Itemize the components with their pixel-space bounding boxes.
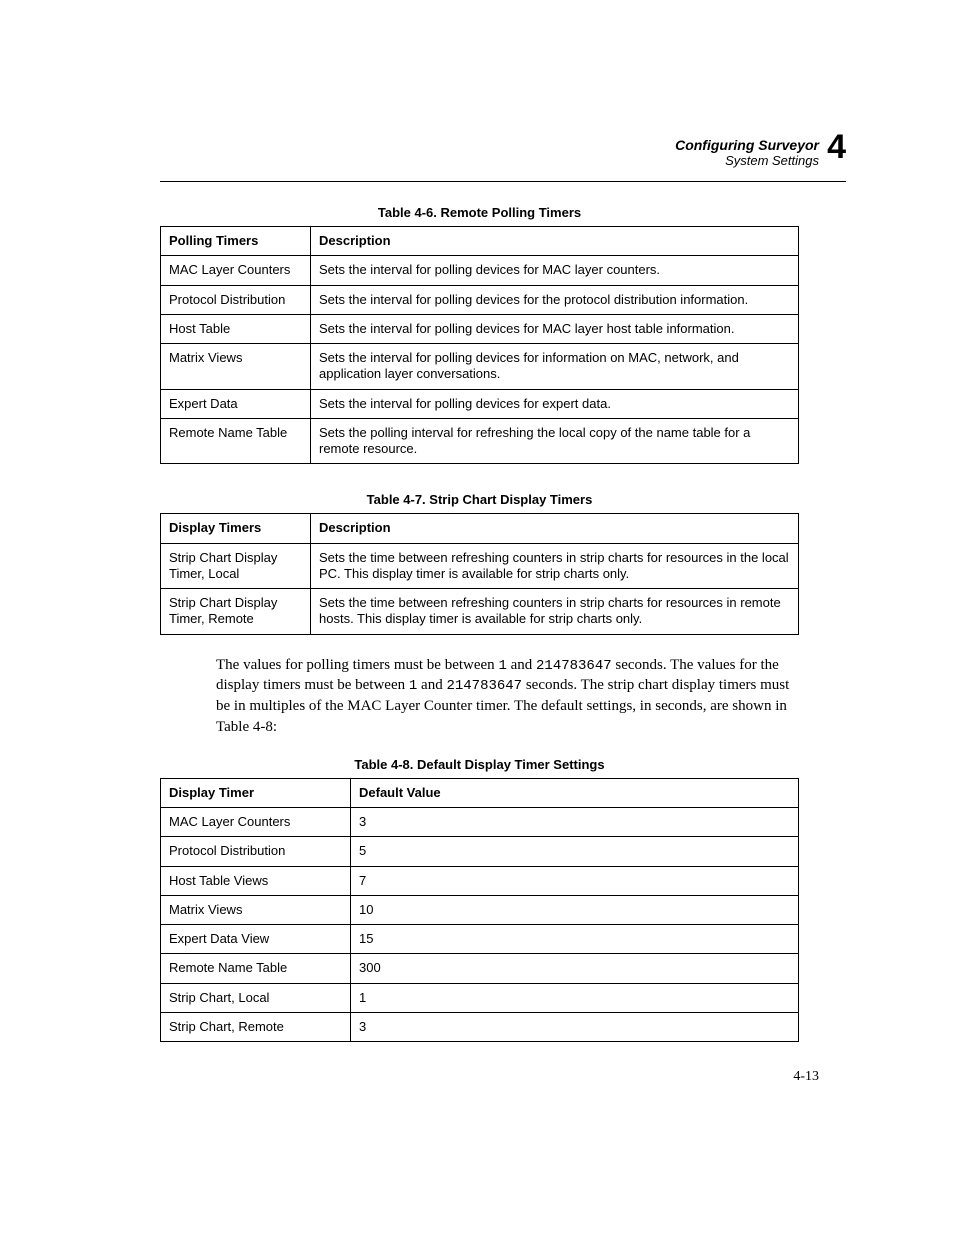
table-cell: Sets the interval for polling devices fo… — [311, 344, 799, 390]
table-cell: Protocol Distribution — [161, 285, 311, 314]
table-row: Remote Name Table 300 — [161, 954, 799, 983]
table-4-6: Polling Timers Description MAC Layer Cou… — [160, 226, 799, 464]
text-run: The values for polling timers must be be… — [216, 657, 498, 673]
table-row: MAC Layer Counters Sets the interval for… — [161, 256, 799, 285]
table-row: Expert Data Sets the interval for pollin… — [161, 389, 799, 418]
table-cell: Sets the polling interval for refreshing… — [311, 418, 799, 464]
table-header-row: Display Timer Default Value — [161, 778, 799, 807]
table-cell: MAC Layer Counters — [161, 256, 311, 285]
table-cell: Remote Name Table — [161, 954, 351, 983]
table-row: Protocol Distribution Sets the interval … — [161, 285, 799, 314]
table-row: Expert Data View 15 — [161, 925, 799, 954]
body-paragraph: The values for polling timers must be be… — [216, 655, 799, 737]
table-cell: Sets the interval for polling devices fo… — [311, 285, 799, 314]
code-run: 1 — [498, 658, 506, 674]
table-header-cell: Display Timers — [161, 514, 311, 543]
table-header-cell: Description — [311, 227, 799, 256]
running-header: Configuring Surveyor System Settings — [675, 138, 819, 167]
table-row: Strip Chart, Remote 3 — [161, 1012, 799, 1041]
table-cell: Strip Chart Display Timer, Local — [161, 543, 311, 589]
table-cell: 10 — [351, 895, 799, 924]
table-cell: Sets the time between refreshing counter… — [311, 589, 799, 635]
table-cell: Matrix Views — [161, 895, 351, 924]
running-header-subtitle: System Settings — [675, 154, 819, 167]
text-run: and — [507, 657, 536, 673]
table-cell: Host Table — [161, 314, 311, 343]
table-4-8: Display Timer Default Value MAC Layer Co… — [160, 778, 799, 1042]
chapter-number: 4 — [827, 130, 846, 164]
table-header-cell: Display Timer — [161, 778, 351, 807]
table-4-6-caption: Table 4-6. Remote Polling Timers — [160, 205, 799, 220]
table-cell: Sets the interval for polling devices fo… — [311, 314, 799, 343]
table-header-row: Display Timers Description — [161, 514, 799, 543]
code-run: 214783647 — [536, 658, 612, 674]
page-number: 4-13 — [793, 1069, 819, 1085]
table-cell: 3 — [351, 1012, 799, 1041]
table-row: Host Table Sets the interval for polling… — [161, 314, 799, 343]
table-cell: Sets the time between refreshing counter… — [311, 543, 799, 589]
table-header-cell: Default Value — [351, 778, 799, 807]
table-row: Protocol Distribution 5 — [161, 837, 799, 866]
table-cell: Expert Data View — [161, 925, 351, 954]
table-cell: Host Table Views — [161, 866, 351, 895]
table-row: Host Table Views 7 — [161, 866, 799, 895]
table-row: Matrix Views 10 — [161, 895, 799, 924]
table-cell: 15 — [351, 925, 799, 954]
table-cell: Remote Name Table — [161, 418, 311, 464]
page: Configuring Surveyor System Settings 4 T… — [0, 0, 954, 1235]
table-cell: Protocol Distribution — [161, 837, 351, 866]
table-row: Strip Chart, Local 1 — [161, 983, 799, 1012]
table-header-row: Polling Timers Description — [161, 227, 799, 256]
table-row: Strip Chart Display Timer, Remote Sets t… — [161, 589, 799, 635]
table-cell: 7 — [351, 866, 799, 895]
table-row: Strip Chart Display Timer, Local Sets th… — [161, 543, 799, 589]
table-cell: Strip Chart, Remote — [161, 1012, 351, 1041]
table-row: Remote Name Table Sets the polling inter… — [161, 418, 799, 464]
code-run: 214783647 — [446, 678, 522, 694]
table-row: Matrix Views Sets the interval for polli… — [161, 344, 799, 390]
content-area: Table 4-6. Remote Polling Timers Polling… — [160, 205, 799, 1042]
table-row: MAC Layer Counters 3 — [161, 808, 799, 837]
header-rule — [160, 181, 846, 182]
table-cell: Strip Chart, Local — [161, 983, 351, 1012]
text-run: and — [417, 677, 446, 693]
table-4-7-caption: Table 4-7. Strip Chart Display Timers — [160, 492, 799, 507]
table-4-8-caption: Table 4-8. Default Display Timer Setting… — [160, 757, 799, 772]
table-cell: Strip Chart Display Timer, Remote — [161, 589, 311, 635]
table-cell: Sets the interval for polling devices fo… — [311, 256, 799, 285]
table-header-cell: Polling Timers — [161, 227, 311, 256]
table-cell: 1 — [351, 983, 799, 1012]
table-cell: 5 — [351, 837, 799, 866]
table-cell: Expert Data — [161, 389, 311, 418]
running-header-title: Configuring Surveyor — [675, 138, 819, 152]
table-cell: MAC Layer Counters — [161, 808, 351, 837]
table-cell: Sets the interval for polling devices fo… — [311, 389, 799, 418]
table-header-cell: Description — [311, 514, 799, 543]
table-4-7: Display Timers Description Strip Chart D… — [160, 513, 799, 634]
table-cell: 300 — [351, 954, 799, 983]
table-cell: Matrix Views — [161, 344, 311, 390]
table-cell: 3 — [351, 808, 799, 837]
